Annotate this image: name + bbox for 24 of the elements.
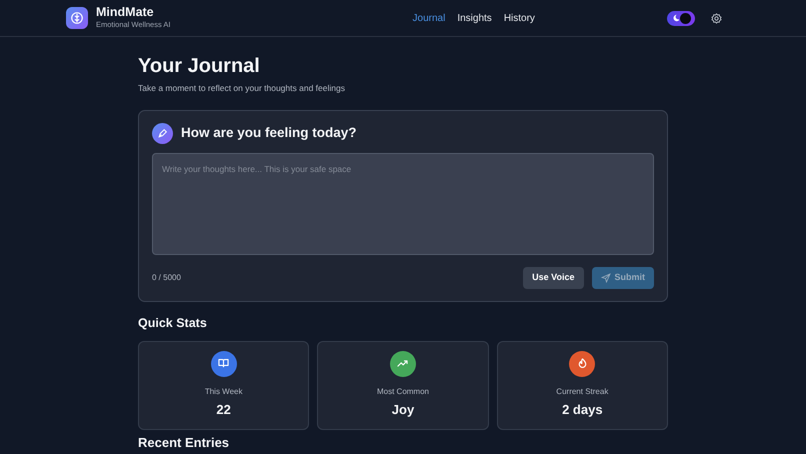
brain-logo-icon <box>66 7 88 29</box>
theme-toggle[interactable] <box>666 10 695 26</box>
brand-name: MindMate <box>96 6 155 20</box>
stat-value: 22 <box>216 400 231 419</box>
nav-link[interactable]: History <box>498 10 541 26</box>
page-subtitle: Take a moment to reflect on your thoughts and feelings <box>138 82 346 95</box>
nav-link[interactable]: Journal <box>406 10 452 26</box>
stat-label: Current Streak <box>556 386 608 398</box>
voice-button[interactable]: Use Voice <box>523 266 584 289</box>
stat-value: 2 days <box>562 400 603 419</box>
journal-heading: How are you feeling today? <box>181 124 357 142</box>
moon-icon <box>670 14 679 22</box>
send-icon <box>600 272 610 283</box>
nav-link[interactable]: Insights <box>451 10 498 26</box>
section-title: Quick Stats <box>138 314 208 332</box>
stat-label: Most Common <box>376 386 429 398</box>
stat-value: Joy <box>392 400 414 419</box>
stat-label: This Week <box>204 386 242 398</box>
journal-input-field[interactable]: Write your thoughts here... This is your safe space <box>152 152 654 255</box>
character-counter: 0 / 5000 <box>152 272 181 284</box>
section-title: Recent Entries <box>138 436 230 450</box>
page-title: Your Journal <box>138 54 261 78</box>
pen-icon <box>152 122 173 144</box>
settings-icon[interactable] <box>710 12 722 24</box>
